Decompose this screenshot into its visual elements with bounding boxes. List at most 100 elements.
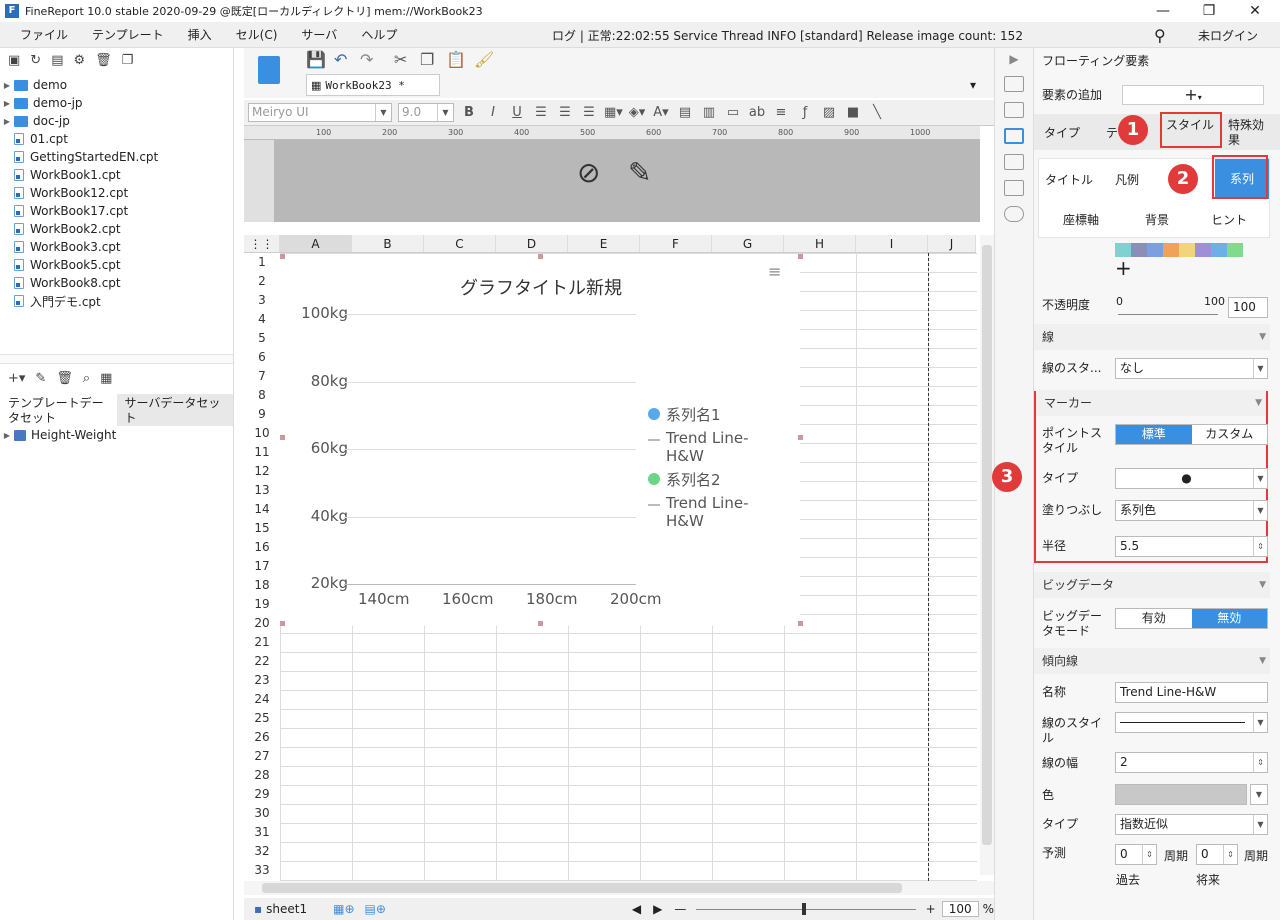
row-number[interactable]: 28 <box>244 766 280 785</box>
trend-color-swatch[interactable] <box>1115 784 1247 805</box>
col-e[interactable]: E <box>568 235 640 252</box>
resize-handle[interactable] <box>280 435 285 440</box>
fill-select[interactable]: 系列色 ▼ <box>1115 500 1268 521</box>
row-number[interactable]: 19 <box>244 595 280 614</box>
bigdata-toggle[interactable]: 有効 無効 <box>1115 608 1268 629</box>
spinner-icon[interactable]: ⇕ <box>1253 537 1267 556</box>
close-button[interactable]: ✕ <box>1232 0 1278 22</box>
widget-icon[interactable] <box>1004 102 1024 118</box>
tree-file[interactable]: GettingStartedEN.cpt <box>0 148 233 166</box>
expand-icon[interactable]: ▶ <box>0 81 14 90</box>
trendline-section[interactable]: 傾向線 ▼ <box>1034 648 1270 674</box>
tree-file[interactable]: WorkBook12.cpt <box>0 184 233 202</box>
subtab-title[interactable]: タイトル <box>1045 171 1093 188</box>
login-link[interactable]: 未ログイン <box>1198 27 1258 44</box>
underline-icon[interactable]: U <box>508 105 526 120</box>
color-swatch[interactable] <box>1227 243 1243 257</box>
add-element-button[interactable]: +▾ <box>1122 85 1264 105</box>
row-number[interactable]: 33 <box>244 861 280 880</box>
opacity-input[interactable]: 100 <box>1228 297 1268 318</box>
open-icon[interactable]: ▤ <box>51 53 63 68</box>
spinner-icon[interactable]: ⇕ <box>1142 845 1156 864</box>
row-number[interactable]: 25 <box>244 709 280 728</box>
row-number[interactable]: 32 <box>244 842 280 861</box>
tree-file[interactable]: WorkBook17.cpt <box>0 202 233 220</box>
preview-icon[interactable]: ⌕ <box>83 371 90 386</box>
row-number[interactable]: 1 <box>244 253 280 272</box>
col-g[interactable]: G <box>712 235 784 252</box>
row-number[interactable]: 13 <box>244 481 280 500</box>
tab-menu-icon[interactable]: ▾ <box>970 78 976 92</box>
text-icon[interactable]: ab <box>748 105 766 120</box>
tree-file[interactable]: WorkBook2.cpt <box>0 220 233 238</box>
subtab-axis[interactable]: 座標軸 <box>1063 211 1099 228</box>
tree-file[interactable]: WorkBook8.cpt <box>0 274 233 292</box>
spinner-icon[interactable]: ⇕ <box>1253 753 1267 772</box>
save-icon[interactable]: 💾 <box>306 50 326 69</box>
row-number[interactable]: 10 <box>244 424 280 443</box>
new-folder-icon[interactable]: ▣ <box>8 53 20 68</box>
font-size-select[interactable]: 9.0 ▼ <box>398 103 454 122</box>
subtab-background[interactable]: 背景 <box>1145 211 1169 228</box>
spinner-icon[interactable]: ⇕ <box>1223 845 1237 864</box>
minimize-button[interactable]: — <box>1140 0 1186 22</box>
menu-template[interactable]: テンプレート <box>80 26 176 43</box>
align-left-icon[interactable]: ☰ <box>532 105 550 120</box>
col-f[interactable]: F <box>640 235 712 252</box>
expand-icon[interactable]: ▶ <box>0 117 14 126</box>
row-number[interactable]: 18 <box>244 576 280 595</box>
zoom-slider[interactable] <box>696 902 916 915</box>
row-number[interactable]: 3 <box>244 291 280 310</box>
row-number[interactable]: 15 <box>244 519 280 538</box>
row-number[interactable]: 22 <box>244 652 280 671</box>
col-b[interactable]: B <box>352 235 424 252</box>
resize-handle[interactable] <box>280 254 285 259</box>
panel-splitter[interactable] <box>0 354 233 364</box>
tree-folder-doc-jp[interactable]: ▶ doc-jp <box>0 112 233 130</box>
row-number[interactable]: 8 <box>244 386 280 405</box>
trend-style-select[interactable]: ▼ <box>1115 712 1268 733</box>
bigdata-disable[interactable]: 無効 <box>1191 609 1267 628</box>
tree-file[interactable]: 入門デモ.cpt <box>0 292 233 310</box>
col-a[interactable]: A <box>280 235 352 252</box>
row-number[interactable]: 24 <box>244 690 280 709</box>
tab-type[interactable]: タイプ <box>1044 124 1080 141</box>
tab-template-dataset[interactable]: テンプレートデータセット <box>0 394 117 426</box>
color-palette[interactable] <box>1115 243 1243 257</box>
row-number[interactable]: 23 <box>244 671 280 690</box>
border-icon[interactable]: ▦▾ <box>604 105 623 120</box>
legend-item[interactable]: 系列名1 <box>648 404 778 425</box>
tree-file[interactable]: WorkBook5.cpt <box>0 256 233 274</box>
row-number[interactable]: 5 <box>244 329 280 348</box>
delete-icon[interactable]: 🗑 <box>56 371 73 386</box>
tab-effects[interactable]: 特殊効果 <box>1228 118 1272 148</box>
font-family-select[interactable]: Meiryo UI ▼ <box>248 103 392 122</box>
chart[interactable]: グラフタイトル新規 ≡ 100kg 80kg 60kg 40kg 20kg 14… <box>280 254 800 626</box>
image-icon[interactable]: ■ <box>844 105 862 120</box>
bold-icon[interactable]: B <box>460 105 478 120</box>
tab-data[interactable]: テ <box>1106 124 1118 141</box>
resize-handle[interactable] <box>798 621 803 626</box>
cut-icon[interactable]: ✂ <box>394 50 407 69</box>
opacity-slider[interactable] <box>1118 314 1218 315</box>
settings-icon[interactable]: ⚙ <box>74 53 86 68</box>
add-icon[interactable]: +▾ <box>8 371 25 386</box>
color-swatch[interactable] <box>1211 243 1227 257</box>
menu-file[interactable]: ファイル <box>8 26 80 43</box>
link-icon[interactable] <box>1004 206 1024 222</box>
redo-icon[interactable]: ↷ <box>360 50 373 69</box>
cell-attr-icon[interactable] <box>1004 76 1024 92</box>
row-number[interactable]: 29 <box>244 785 280 804</box>
marker-type-select[interactable]: ● ▼ <box>1115 468 1268 489</box>
menu-insert[interactable]: 挿入 <box>176 26 224 43</box>
zoom-in-icon[interactable]: + <box>926 902 936 916</box>
row-number[interactable]: 11 <box>244 443 280 462</box>
edit-icon[interactable]: ✎ <box>35 371 46 386</box>
row-number[interactable]: 14 <box>244 500 280 519</box>
row-number[interactable]: 21 <box>244 633 280 652</box>
vertical-scrollbar[interactable] <box>980 235 994 875</box>
point-style-custom[interactable]: カスタム <box>1191 425 1267 444</box>
col-h[interactable]: H <box>784 235 856 252</box>
add-report-icon[interactable]: ▤⊕ <box>365 902 386 916</box>
subtab-hint[interactable]: ヒント <box>1211 211 1247 228</box>
